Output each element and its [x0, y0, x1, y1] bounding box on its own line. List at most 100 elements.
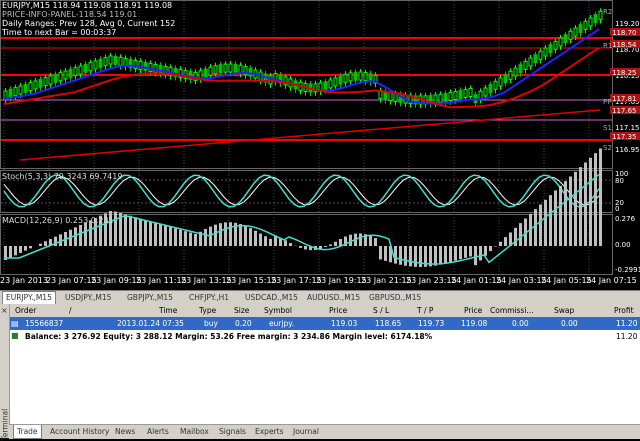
- candle: [234, 64, 237, 72]
- col-profit[interactable]: Profit: [614, 304, 634, 317]
- time-tick: 24 Jan 01:15: [451, 276, 502, 285]
- candle: [339, 76, 342, 84]
- macd-bar: [239, 224, 242, 246]
- order-commission: 0.00: [512, 317, 529, 330]
- col-symbol[interactable]: Symbol: [264, 304, 292, 317]
- candle: [364, 73, 367, 81]
- tab-account-history[interactable]: Account History: [47, 425, 112, 438]
- candle: [514, 68, 517, 76]
- tab-eurjpy[interactable]: EURJPY.,M15: [2, 291, 56, 305]
- candle: [79, 66, 82, 74]
- col-current-price[interactable]: Price: [464, 304, 482, 317]
- macd-bar: [224, 222, 227, 246]
- macd-label: MACD(12,26,9) 0.253 0.231: [2, 216, 114, 225]
- macd-bar: [179, 230, 182, 246]
- price-tag-label: 117.35: [612, 133, 637, 141]
- candle: [209, 67, 212, 75]
- col-sl[interactable]: S / L: [373, 304, 389, 317]
- candle: [434, 95, 437, 103]
- tab-experts[interactable]: Experts: [252, 425, 286, 438]
- col-commission[interactable]: Commissi...: [490, 304, 534, 317]
- candle: [154, 64, 157, 72]
- order-profit: 11.20: [616, 317, 637, 330]
- col-order[interactable]: Order: [15, 304, 36, 317]
- macd-bar: [439, 246, 442, 265]
- candle: [574, 28, 577, 36]
- stoch-label: Stoch(5,3,3) 79.3243 69.7419: [2, 172, 122, 181]
- time-axis: 23 Jan 2013 23 Jan 07:15 23 Jan 09:15 23…: [0, 276, 640, 290]
- macd-bar: [514, 228, 517, 246]
- candle: [139, 61, 142, 69]
- col-sort[interactable]: /: [69, 304, 72, 317]
- col-time[interactable]: Time: [159, 304, 177, 317]
- tab-audusd[interactable]: AUDUSD.,M15: [304, 292, 363, 304]
- macd-bar: [14, 246, 17, 255]
- chart-window[interactable]: 119.20118.70118.15117.65117.15116.95118.…: [0, 0, 640, 276]
- macd-bar: [204, 229, 207, 246]
- candle: [509, 71, 512, 79]
- macd-bar: [254, 231, 257, 246]
- candle: [249, 68, 252, 76]
- candle: [524, 61, 527, 69]
- candle: [464, 89, 467, 97]
- candle: [354, 72, 357, 80]
- order-row[interactable]: ▤ 15566837 2013.01.24 07:35 buy 0.20 eur…: [9, 317, 640, 330]
- candle: [554, 41, 557, 49]
- col-swap[interactable]: Swap: [554, 304, 574, 317]
- candle: [224, 64, 227, 72]
- macd-bar: [579, 167, 582, 246]
- macd-bar: [479, 246, 482, 260]
- macd-bar: [74, 227, 77, 246]
- tab-gbpusd[interactable]: GBPUSD.,M15: [366, 292, 424, 304]
- candle: [489, 85, 492, 93]
- macd-bar: [174, 228, 177, 246]
- macd-bar: [574, 172, 577, 246]
- level-label: PP: [603, 98, 611, 106]
- time-tick: 23 Jan 15:15: [226, 276, 277, 285]
- candle: [544, 48, 547, 56]
- macd-bar: [534, 209, 537, 246]
- tab-news[interactable]: News: [112, 425, 138, 438]
- macd-bar: [44, 241, 47, 246]
- order-type: buy: [204, 317, 218, 330]
- candle: [64, 71, 67, 79]
- tab-usdjpy[interactable]: USDJPY.,M15: [62, 292, 114, 304]
- candle: [29, 83, 32, 91]
- candle: [539, 51, 542, 59]
- price-tag-label: 118.25: [612, 69, 637, 77]
- macd-bar: [304, 246, 307, 249]
- price-chart[interactable]: 119.20118.70118.15117.65117.15116.95118.…: [0, 0, 640, 276]
- tab-trade[interactable]: Trade: [13, 425, 42, 439]
- candle: [459, 90, 462, 98]
- macd-bar: [544, 200, 547, 246]
- col-price[interactable]: Price: [329, 304, 347, 317]
- macd-bar: [519, 223, 522, 246]
- level-label: S1: [603, 124, 612, 132]
- close-icon[interactable]: ×: [1, 306, 8, 315]
- tab-mailbox[interactable]: Mailbox: [177, 425, 212, 438]
- symbol-tab-bar: EURJPY.,M15 USDJPY.,M15 GBPJPY.,M15 CHFJ…: [0, 290, 640, 305]
- tab-usdcad[interactable]: USDCAD.,M15: [242, 292, 301, 304]
- order-size: 0.20: [235, 317, 252, 330]
- level-label: R2: [603, 8, 612, 16]
- macd-bar: [464, 246, 467, 258]
- tab-chfjpy[interactable]: CHFJPY.,H1: [186, 292, 232, 304]
- col-type[interactable]: Type: [199, 304, 216, 317]
- tab-journal[interactable]: Journal: [290, 425, 322, 438]
- tab-gbpjpy[interactable]: GBPJPY.,M15: [124, 292, 176, 304]
- candle: [94, 61, 97, 69]
- candle: [74, 68, 77, 76]
- tab-alerts[interactable]: Alerts: [144, 425, 172, 438]
- macd-bar: [599, 148, 602, 246]
- price-tick: 119.20: [615, 20, 640, 28]
- macd-bar: [59, 234, 62, 246]
- col-tp[interactable]: T / P: [417, 304, 433, 317]
- col-size[interactable]: Size: [234, 304, 249, 317]
- tab-signals[interactable]: Signals: [216, 425, 249, 438]
- price-tag-label: 117.81: [612, 95, 637, 103]
- candle: [579, 25, 582, 33]
- candle: [109, 56, 112, 64]
- macd-bar: [159, 224, 162, 246]
- candle: [549, 45, 552, 53]
- time-tick: 23 Jan 11:15: [136, 276, 187, 285]
